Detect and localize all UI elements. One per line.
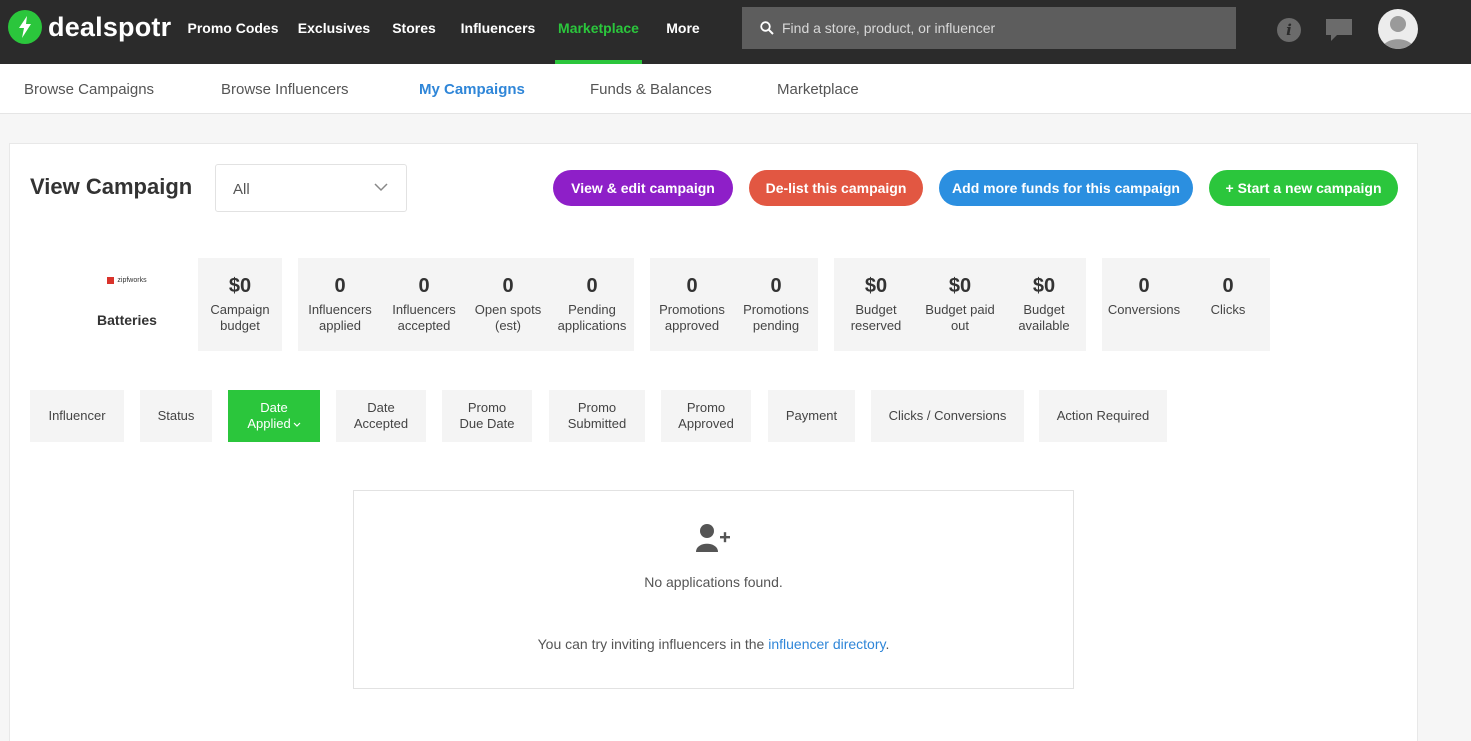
add-funds-button[interactable]: Add more funds for this campaign (939, 170, 1193, 206)
nav-influencers[interactable]: Influencers (458, 0, 538, 64)
campaign-brand: zipfworks Batteries (62, 270, 192, 328)
search-input[interactable] (782, 20, 1182, 36)
stat-value: 0 (418, 275, 430, 297)
stat-label: Open spots (est) (474, 302, 542, 333)
column-tab-payment[interactable]: Payment (768, 390, 855, 442)
column-tab-action-required[interactable]: Action Required (1039, 390, 1167, 442)
stat-label: Pending applications (557, 302, 627, 333)
select-value: All (233, 181, 250, 198)
chevron-down-icon (293, 422, 301, 427)
stat-label: Clicks (1210, 302, 1246, 317)
stat-value: $0 (228, 275, 252, 297)
stat-value: 0 (502, 275, 514, 297)
stat-value: 0 (1138, 275, 1150, 297)
column-tab-clicks-conversions[interactable]: Clicks / Conversions (871, 390, 1024, 442)
stat-value: $0 (1032, 275, 1056, 297)
search-bar[interactable] (742, 7, 1236, 49)
campaign-filter-select[interactable]: All (215, 164, 407, 212)
stat-group-influencers: 0 Influencers applied 0 Influencers acce… (298, 258, 634, 351)
start-new-campaign-button[interactable]: + Start a new campaign (1209, 170, 1398, 206)
nav-exclusives[interactable]: Exclusives (296, 0, 372, 64)
stat-label: Budget paid out (925, 302, 995, 333)
info-icon[interactable]: i (1277, 18, 1301, 42)
stat-value: 0 (770, 275, 782, 297)
subnav-marketplace[interactable]: Marketplace (777, 64, 859, 114)
stat-value: 0 (586, 275, 598, 297)
chat-icon[interactable] (1325, 18, 1353, 47)
stat-value: 0 (1222, 275, 1234, 297)
empty-hint-suffix: . (885, 636, 890, 652)
stat-label: Budget reserved (850, 302, 902, 333)
nav-more[interactable]: More (660, 0, 706, 64)
stat-group-performance: 0 Conversions 0 Clicks (1102, 258, 1270, 351)
column-tab-label: Promo Due Date (459, 400, 515, 431)
view-edit-campaign-button[interactable]: View & edit campaign (553, 170, 733, 206)
stat-label: Promotions approved (659, 302, 725, 333)
nav-marketplace[interactable]: Marketplace (555, 0, 642, 64)
column-tab-influencer[interactable]: Influencer (30, 390, 124, 442)
stat-label: Promotions pending (743, 302, 809, 333)
campaign-panel: View Campaign All View & edit campaign D… (9, 143, 1418, 741)
stat-value: $0 (864, 275, 888, 297)
dealspotr-logo[interactable]: dealspotr (8, 10, 171, 44)
stat-label: Influencers accepted (392, 302, 456, 333)
stat-value: $0 (948, 275, 972, 297)
column-tab-label: Date Accepted (353, 400, 409, 431)
top-navbar: dealspotr Promo Codes Exclusives Stores … (0, 0, 1471, 64)
stat-label: Influencers applied (308, 302, 372, 333)
influencer-directory-link[interactable]: influencer directory (768, 636, 885, 652)
column-tab-label: Promo Submitted (567, 400, 627, 431)
stat-group-promotions: 0 Promotions approved 0 Promotions pendi… (650, 258, 818, 351)
stat-label: Conversions (1107, 302, 1181, 317)
stat-value: 0 (334, 275, 346, 297)
brand-logo-text: zipfworks (117, 276, 147, 284)
page-title: View Campaign (30, 174, 193, 199)
brand-mark-icon (107, 276, 115, 284)
subnav-my-campaigns[interactable]: My Campaigns (419, 64, 525, 114)
user-avatar[interactable] (1378, 9, 1418, 49)
nav-promo-codes[interactable]: Promo Codes (186, 0, 280, 64)
subnav-funds-balances[interactable]: Funds & Balances (590, 64, 712, 114)
column-tab-label: Date Applied (247, 400, 291, 431)
campaign-name: Batteries (97, 312, 157, 328)
subnav-browse-campaigns[interactable]: Browse Campaigns (24, 64, 154, 114)
nav-stores[interactable]: Stores (388, 0, 440, 64)
column-tab-promo-due-date[interactable]: Promo Due Date (442, 390, 532, 442)
column-tab-label: Promo Approved (678, 400, 734, 431)
add-user-icon (696, 524, 730, 552)
logo-text: dealspotr (48, 11, 172, 42)
column-tab-date-applied[interactable]: Date Applied (228, 390, 320, 442)
subnav-browse-influencers[interactable]: Browse Influencers (221, 64, 349, 114)
stat-label: Campaign budget (210, 302, 270, 333)
empty-hint-prefix: You can try inviting influencers in the (537, 636, 769, 652)
column-tab-promo-submitted[interactable]: Promo Submitted (549, 390, 645, 442)
empty-state: No applications found. You can try invit… (353, 490, 1074, 689)
stat-group-budget: $0 Campaign budget (198, 258, 282, 351)
chevron-down-icon (374, 183, 388, 192)
column-tab-status[interactable]: Status (140, 390, 212, 442)
brand-logo: zipfworks (62, 270, 192, 290)
search-icon (760, 21, 774, 35)
stat-value: 0 (686, 275, 698, 297)
stat-group-budget-details: $0 Budget reserved $0 Budget paid out $0… (834, 258, 1086, 351)
marketplace-subnav: Browse Campaigns Browse Influencers My C… (0, 64, 1471, 114)
column-tab-date-accepted[interactable]: Date Accepted (336, 390, 426, 442)
empty-hint: You can try inviting influencers in the … (354, 636, 1073, 652)
column-tab-promo-approved[interactable]: Promo Approved (661, 390, 751, 442)
delist-campaign-button[interactable]: De-list this campaign (749, 170, 923, 206)
stat-label: Budget available (1018, 302, 1070, 333)
empty-message: No applications found. (644, 574, 783, 590)
lightning-bolt-icon (8, 10, 42, 44)
